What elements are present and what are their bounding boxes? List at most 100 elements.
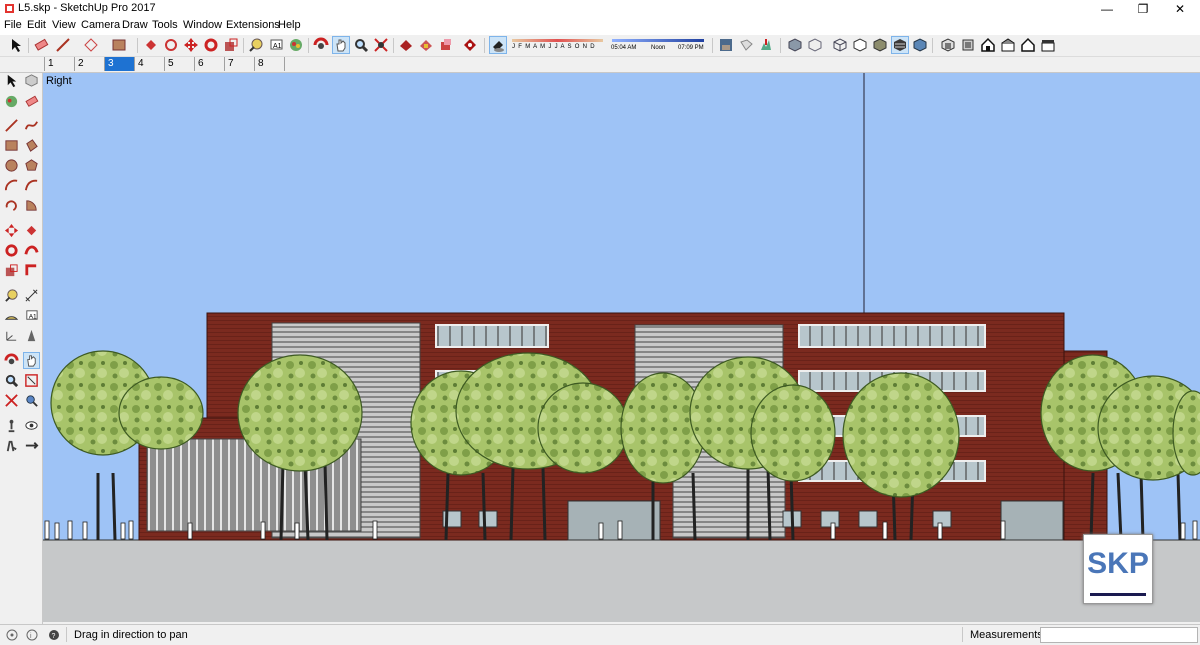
menu-draw[interactable]: Draw	[122, 19, 148, 31]
select-tool-icon[interactable]	[4, 73, 19, 88]
three-point-arc-icon[interactable]	[4, 198, 19, 213]
back-view-icon[interactable]	[1020, 37, 1036, 53]
orbit-icon[interactable]	[313, 37, 329, 53]
zoom-tool-icon[interactable]	[4, 373, 19, 388]
pan-hand-icon[interactable]	[332, 36, 350, 54]
line-tool-icon[interactable]	[4, 118, 19, 133]
pie-tool-icon[interactable]	[24, 198, 39, 213]
zoom-window-icon[interactable]	[24, 373, 39, 388]
menu-window[interactable]: Window	[183, 19, 222, 31]
scene-tab-7[interactable]: 7	[224, 57, 254, 71]
position-camera-icon[interactable]	[4, 418, 19, 433]
back-edges-icon[interactable]	[807, 37, 823, 53]
menu-tools[interactable]: Tools	[152, 19, 178, 31]
monochrome-icon[interactable]	[912, 37, 928, 53]
shaded-textures-icon[interactable]	[891, 36, 909, 54]
measurements-input[interactable]	[1040, 627, 1198, 643]
walk-tool-icon[interactable]	[4, 438, 19, 453]
polygon-tool-icon[interactable]	[24, 158, 39, 173]
push-pull-tool-icon[interactable]	[24, 223, 39, 238]
tape-measure-icon[interactable]	[248, 37, 264, 53]
scale-icon[interactable]	[223, 37, 239, 53]
two-point-arc-icon[interactable]	[24, 178, 39, 193]
zoom-extents-tool-icon[interactable]	[4, 393, 19, 408]
tape-measure-tool-icon[interactable]	[4, 288, 19, 303]
toggle-terrain-icon[interactable]	[758, 37, 774, 53]
credits-status-icon[interactable]: i	[26, 629, 38, 641]
shadows-toggle-icon[interactable]	[489, 36, 507, 54]
follow-me-tool-icon[interactable]	[24, 243, 39, 258]
paint-bucket-icon[interactable]	[288, 37, 304, 53]
top-view-icon[interactable]	[960, 37, 976, 53]
eraser-tool-icon[interactable]	[24, 94, 39, 109]
hidden-line-icon[interactable]	[852, 37, 868, 53]
scene-tab-2[interactable]: 2	[74, 57, 104, 71]
scene-tab-5[interactable]: 5	[164, 57, 194, 71]
text-icon[interactable]: A1	[268, 37, 284, 53]
scene-tab-3[interactable]: 3	[104, 57, 134, 71]
pan-tool-icon[interactable]	[23, 352, 40, 369]
paint-bucket-tool-icon[interactable]	[4, 94, 19, 109]
orbit-tool-icon[interactable]	[4, 353, 19, 368]
scene-tab-8[interactable]: 8	[254, 57, 284, 71]
menu-edit[interactable]: Edit	[27, 19, 46, 31]
arc-tool-icon[interactable]	[4, 178, 19, 193]
minimize-button[interactable]: —	[1090, 0, 1124, 18]
scene-tab-4[interactable]: 4	[134, 57, 164, 71]
push-pull-icon[interactable]	[143, 37, 159, 53]
left-view-icon[interactable]	[1040, 37, 1056, 53]
xray-style-icon[interactable]	[787, 37, 803, 53]
close-button[interactable]: ✕	[1163, 0, 1197, 18]
section-plane-icon[interactable]	[24, 438, 39, 453]
freehand-tool-icon[interactable]	[24, 118, 39, 133]
line-icon[interactable]	[55, 37, 71, 53]
menu-extensions[interactable]: Extensions	[226, 19, 280, 31]
scene-tab-1[interactable]: 1	[44, 57, 74, 71]
iso-view-icon[interactable]	[940, 37, 956, 53]
offset-tool-icon[interactable]	[24, 263, 39, 278]
share-component-icon[interactable]	[438, 37, 454, 53]
move-icon[interactable]	[183, 37, 199, 53]
shadow-month-slider[interactable]: J F M A M J J A S O N D	[510, 38, 605, 53]
zoom-icon[interactable]	[353, 37, 369, 53]
front-view-icon[interactable]	[980, 37, 996, 53]
shaded-icon[interactable]	[872, 37, 888, 53]
protractor-tool-icon[interactable]	[4, 308, 19, 323]
right-view-icon[interactable]	[1000, 37, 1016, 53]
extension-warehouse-icon[interactable]	[462, 37, 478, 53]
geo-location-icon[interactable]	[738, 37, 754, 53]
model-viewport[interactable]: Right SKP	[43, 73, 1200, 622]
scene-tab-6[interactable]: 6	[194, 57, 224, 71]
select-arrow-icon[interactable]	[8, 37, 24, 53]
rotate-tool-icon[interactable]	[4, 243, 19, 258]
rotated-rectangle-icon[interactable]	[24, 138, 39, 153]
3d-text-tool-icon[interactable]	[24, 328, 39, 343]
menu-help[interactable]: Help	[278, 19, 301, 31]
shapes-icon[interactable]	[83, 37, 99, 53]
photo-textures-icon[interactable]	[718, 37, 734, 53]
look-around-icon[interactable]	[24, 418, 39, 433]
geo-location-status-icon[interactable]	[6, 629, 18, 641]
help-status-icon[interactable]: ?	[48, 629, 60, 641]
axes-tool-icon[interactable]	[4, 328, 19, 343]
text-tool-icon[interactable]: A1	[24, 308, 39, 323]
shadow-time-slider[interactable]: 05:04 AM Noon 07:09 PM	[610, 38, 706, 53]
zoom-extents-icon[interactable]	[373, 37, 389, 53]
restore-button[interactable]: ❐	[1126, 0, 1160, 18]
dimension-tool-icon[interactable]	[24, 288, 39, 303]
move-tool-icon[interactable]	[4, 223, 19, 238]
rectangle-tool-icon[interactable]	[4, 138, 19, 153]
follow-me-icon[interactable]	[163, 37, 179, 53]
eraser-icon[interactable]	[33, 37, 49, 53]
scale-tool-icon[interactable]	[4, 263, 19, 278]
menu-file[interactable]: File	[4, 19, 22, 31]
make-component-icon[interactable]	[24, 73, 39, 88]
rotate-icon[interactable]	[203, 37, 219, 53]
previous-view-icon[interactable]	[24, 393, 39, 408]
wireframe-icon[interactable]	[832, 37, 848, 53]
share-model-icon[interactable]	[418, 37, 434, 53]
menu-view[interactable]: View	[52, 19, 76, 31]
warehouse-icon[interactable]	[398, 37, 414, 53]
circle-tool-icon[interactable]	[4, 158, 19, 173]
rectangle-icon[interactable]	[111, 37, 127, 53]
